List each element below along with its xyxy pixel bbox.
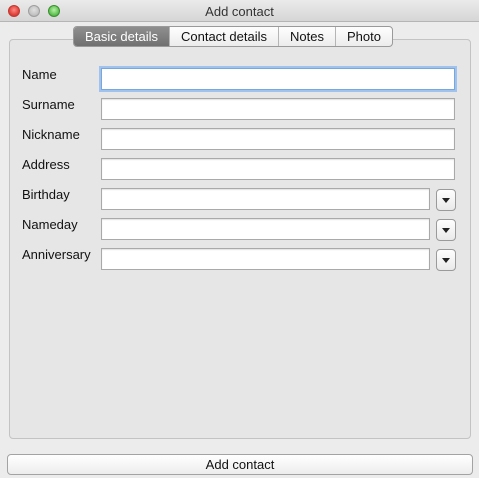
nickname-label: Nickname	[22, 127, 80, 142]
tab-basic-details[interactable]: Basic details	[74, 27, 170, 46]
window-title: Add contact	[205, 4, 274, 19]
surname-field[interactable]	[101, 98, 455, 120]
add-contact-button[interactable]: Add contact	[7, 454, 473, 475]
name-field[interactable]	[101, 68, 455, 90]
chevron-down-icon	[442, 228, 450, 233]
nameday-label: Nameday	[22, 217, 78, 232]
nickname-field[interactable]	[101, 128, 455, 150]
anniversary-label: Anniversary	[22, 247, 91, 262]
address-label: Address	[22, 157, 70, 172]
anniversary-dropdown-button[interactable]	[436, 249, 456, 271]
birthday-label: Birthday	[22, 187, 70, 202]
name-label: Name	[22, 67, 57, 82]
chevron-down-icon	[442, 198, 450, 203]
anniversary-field[interactable]	[101, 248, 430, 270]
birthday-dropdown-button[interactable]	[436, 189, 456, 211]
address-field[interactable]	[101, 158, 455, 180]
tab-notes[interactable]: Notes	[279, 27, 336, 46]
nameday-field[interactable]	[101, 218, 430, 240]
surname-label: Surname	[22, 97, 75, 112]
chevron-down-icon	[442, 258, 450, 263]
tab-contact-details[interactable]: Contact details	[170, 27, 279, 46]
tab-photo[interactable]: Photo	[336, 27, 392, 46]
birthday-field[interactable]	[101, 188, 430, 210]
tab-bar: Basic details Contact details Notes Phot…	[73, 26, 393, 47]
nameday-dropdown-button[interactable]	[436, 219, 456, 241]
title-bar: Add contact	[0, 0, 479, 22]
